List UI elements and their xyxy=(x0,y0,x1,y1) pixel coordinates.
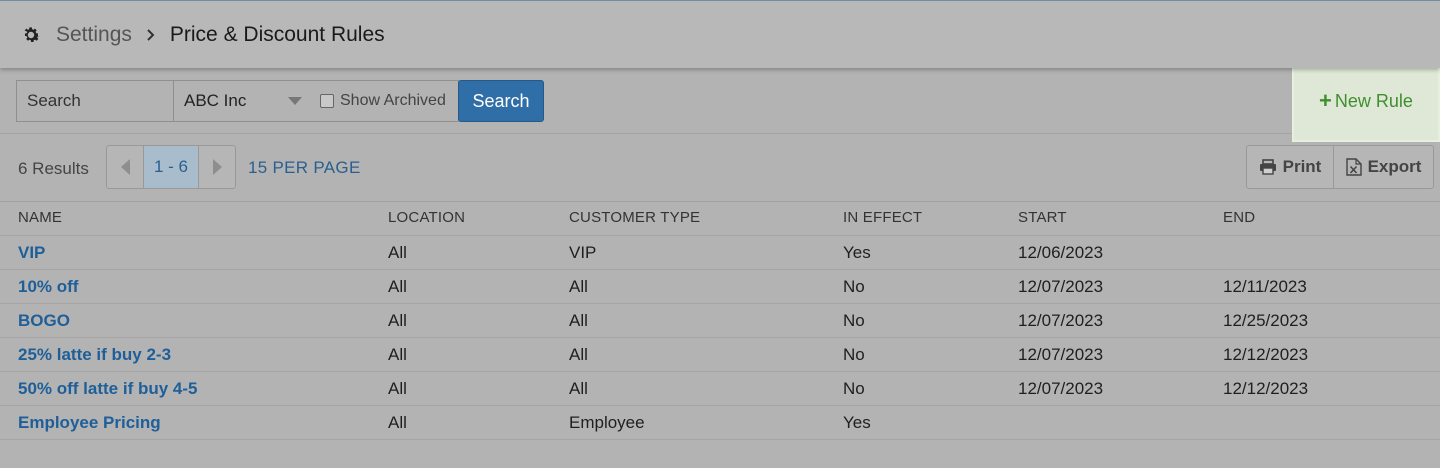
arrow-right-icon[interactable] xyxy=(199,146,235,188)
chevron-right-icon xyxy=(144,28,158,42)
export-button[interactable]: Export xyxy=(1334,146,1433,188)
row-start: 12/07/2023 xyxy=(1018,311,1104,330)
row-in-effect: No xyxy=(843,379,865,398)
table-header: NAME LOCATION CUSTOMER TYPE IN EFFECT ST… xyxy=(0,202,1440,236)
table-row[interactable]: Employee Pricing All Employee Yes xyxy=(0,406,1440,440)
table-body: VIP All VIP Yes 12/06/2023 10% off All All No 12/… xyxy=(0,236,1440,440)
column-header-location[interactable]: LOCATION xyxy=(388,202,465,236)
search-button[interactable]: Search xyxy=(458,80,544,122)
row-customer-type: All xyxy=(569,345,588,364)
print-label: Print xyxy=(1282,157,1322,176)
page-title: Price & Discount Rules xyxy=(169,22,385,46)
row-customer-type: All xyxy=(569,311,588,330)
row-location: All xyxy=(388,345,407,364)
show-archived-checkbox[interactable] xyxy=(320,94,334,108)
table-row[interactable]: 50% off latte if buy 4-5 All All No 12/07/20… xyxy=(0,372,1440,406)
row-in-effect: No xyxy=(843,277,865,296)
column-header-in-effect[interactable]: IN EFFECT xyxy=(843,202,922,236)
row-name-link[interactable]: 50% off latte if buy 4-5 xyxy=(18,372,197,406)
row-start: 12/06/2023 xyxy=(1018,243,1104,262)
row-end: 12/25/2023 xyxy=(1223,311,1309,330)
breadcrumb-settings[interactable]: Settings xyxy=(56,23,132,47)
results-bar: 6 Results 1 - 6 15 PER PAGE Print Export xyxy=(0,134,1440,202)
gear-icon[interactable] xyxy=(20,24,42,46)
filter-toolbar: ABC Inc Show Archived Search + New Rule xyxy=(0,62,1440,140)
row-name-link[interactable]: BOGO xyxy=(18,304,70,338)
rules-table: NAME LOCATION CUSTOMER TYPE IN EFFECT ST… xyxy=(0,202,1440,440)
table-row[interactable]: 10% off All All No 12/07/2023 12/11/2023 xyxy=(0,270,1440,304)
show-archived-label: Show Archived xyxy=(340,92,446,109)
new-rule-button[interactable]: + New Rule xyxy=(1294,62,1438,140)
row-in-effect: Yes xyxy=(843,243,871,262)
row-in-effect: No xyxy=(843,311,865,330)
row-end: 12/12/2023 xyxy=(1223,379,1309,398)
row-in-effect: No xyxy=(843,345,865,364)
row-customer-type: VIP xyxy=(569,243,597,262)
new-rule-label: New Rule xyxy=(1334,90,1413,111)
row-name-link[interactable]: 25% latte if buy 2-3 xyxy=(18,338,171,372)
excel-file-icon xyxy=(1345,158,1362,176)
row-location: All xyxy=(388,311,407,330)
row-end: 12/11/2023 xyxy=(1223,277,1307,296)
pagination: 1 - 6 xyxy=(106,145,236,189)
results-count: 6 Results xyxy=(18,159,89,178)
company-select-value: ABC Inc xyxy=(184,91,247,110)
row-start: 12/07/2023 xyxy=(1018,345,1104,364)
row-name-link[interactable]: Employee Pricing xyxy=(18,406,161,440)
per-page-selector[interactable]: 15 PER PAGE xyxy=(248,158,361,178)
company-select[interactable]: ABC Inc xyxy=(173,80,313,122)
column-header-name[interactable]: NAME xyxy=(18,202,62,236)
search-input[interactable] xyxy=(16,80,173,122)
row-location: All xyxy=(388,413,407,432)
table-row[interactable]: VIP All VIP Yes 12/06/2023 xyxy=(0,236,1440,270)
table-row[interactable]: BOGO All All No 12/07/2023 12/25/2023 xyxy=(0,304,1440,338)
plus-icon: + xyxy=(1319,88,1332,113)
row-start: 12/07/2023 xyxy=(1018,277,1104,296)
table-actions: Print Export xyxy=(1246,145,1434,189)
page-range[interactable]: 1 - 6 xyxy=(143,146,199,188)
column-header-customer-type[interactable]: CUSTOMER TYPE xyxy=(569,202,700,236)
row-location: All xyxy=(388,243,407,262)
row-location: All xyxy=(388,379,407,398)
caret-down-icon xyxy=(288,97,302,105)
row-location: All xyxy=(388,277,407,296)
printer-icon xyxy=(1259,159,1276,175)
row-name-link[interactable]: VIP xyxy=(18,236,45,270)
print-button[interactable]: Print xyxy=(1247,146,1334,188)
row-customer-type: Employee xyxy=(569,413,645,432)
export-label: Export xyxy=(1367,157,1422,176)
row-name-link[interactable]: 10% off xyxy=(18,270,78,304)
table-row[interactable]: 25% latte if buy 2-3 All All No 12/07/2023 12… xyxy=(0,338,1440,372)
show-archived-toggle[interactable]: Show Archived xyxy=(312,80,459,122)
row-customer-type: All xyxy=(569,379,588,398)
arrow-left-icon[interactable] xyxy=(107,146,143,188)
page-header: Settings Price & Discount Rules xyxy=(0,0,1440,68)
row-start: 12/07/2023 xyxy=(1018,379,1104,398)
row-end: 12/12/2023 xyxy=(1223,345,1309,364)
column-header-start[interactable]: START xyxy=(1018,202,1067,236)
column-header-end[interactable]: END xyxy=(1223,202,1255,236)
row-customer-type: All xyxy=(569,277,588,296)
row-in-effect: Yes xyxy=(843,413,871,432)
